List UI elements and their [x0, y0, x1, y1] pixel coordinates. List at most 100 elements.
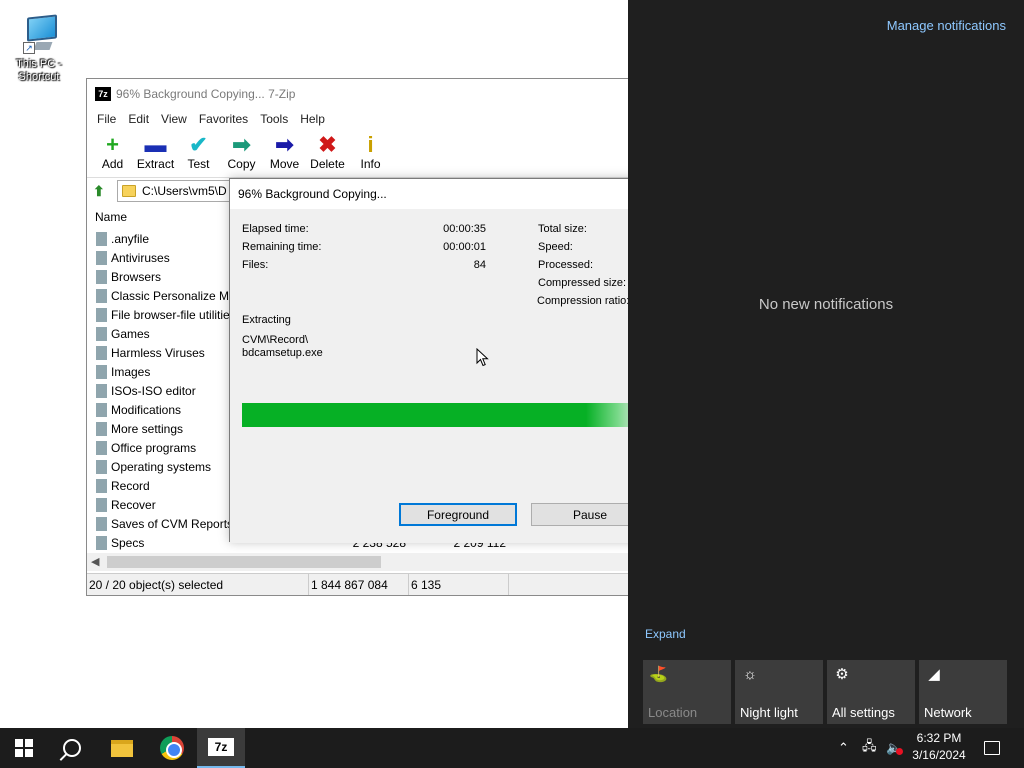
speed-label: Speed:	[538, 241, 573, 253]
taskbar: 7z ⌃ 🖧 🔈 6:32 PM 3/16/2024	[0, 728, 1024, 768]
files-value: 84	[473, 259, 486, 271]
files-label: Files:	[242, 259, 269, 271]
scrollbar-thumb[interactable]	[107, 556, 381, 568]
scroll-left-icon[interactable]: ◀	[91, 555, 99, 568]
toolbar-move-button[interactable]: ➡ Move	[263, 133, 306, 172]
menu-help[interactable]: Help	[294, 112, 331, 126]
mute-badge-icon	[896, 748, 903, 755]
copy-arrow-icon: ➡	[232, 132, 251, 157]
location-icon: ⛳	[649, 666, 668, 683]
toolbar-test-button[interactable]: ✔ Test	[177, 132, 220, 172]
tray-overflow-chevron[interactable]: ⌃	[838, 728, 849, 768]
folder-icon	[96, 440, 107, 455]
chevron-up-icon: ⌃	[838, 740, 849, 755]
foreground-button[interactable]: Foreground	[399, 503, 517, 526]
horizontal-scrollbar[interactable]: ◀	[87, 553, 647, 571]
menu-view[interactable]: View	[155, 112, 193, 126]
status-selected: 20 / 20 object(s) selected	[87, 574, 309, 595]
expand-link[interactable]: Expand	[645, 627, 686, 641]
folder-icon	[96, 269, 107, 284]
folder-icon	[96, 231, 107, 246]
taskbar-clock[interactable]: 6:32 PM 3/16/2024	[908, 730, 970, 764]
compression-ratio-label: Compression ratio:	[537, 295, 630, 307]
quick-action-all-settings[interactable]: ⚙ All settings	[827, 660, 915, 724]
folder-icon	[96, 383, 107, 398]
progress-dialog: 96% Background Copying... Elapsed time: …	[229, 178, 650, 543]
folder-icon	[96, 307, 107, 322]
toolbar-label: Extract	[136, 157, 175, 171]
current-path: CVM\Record\	[242, 334, 309, 346]
notification-icon	[984, 741, 1000, 755]
plus-icon: +	[106, 132, 119, 157]
total-size-label: Total size:	[538, 223, 587, 235]
current-file: bdcamsetup.exe	[242, 347, 323, 359]
no-notifications-text: No new notifications	[758, 296, 894, 313]
network-tray-icon: 🖧	[862, 738, 877, 753]
remaining-label: Remaining time:	[242, 241, 322, 253]
search-button[interactable]	[48, 728, 96, 768]
toolbar-extract-button[interactable]: ▬ Extract	[134, 132, 177, 172]
window-titlebar[interactable]: 7z 96% Background Copying... 7-Zip	[87, 79, 645, 109]
toolbar-delete-button[interactable]: ✖ Delete	[306, 132, 349, 172]
minus-icon: ▬	[144, 132, 167, 157]
windows-logo-icon	[15, 739, 33, 757]
folder-icon	[96, 535, 107, 550]
start-button[interactable]	[0, 728, 48, 768]
toolbar-label: Move	[269, 157, 300, 171]
quick-action-location[interactable]: ⛳ Location	[643, 660, 731, 724]
up-folder-icon[interactable]: ⬆	[93, 183, 109, 199]
menu-favorites[interactable]: Favorites	[193, 112, 254, 126]
notification-center-button[interactable]	[970, 728, 1014, 768]
taskbar-chrome[interactable]	[148, 728, 196, 768]
toolbar-copy-button[interactable]: ➡ Copy	[220, 132, 263, 172]
search-icon	[63, 739, 81, 757]
folder-icon	[96, 516, 107, 531]
progress-bar	[242, 403, 642, 427]
toolbar-info-button[interactable]: i Info	[349, 133, 392, 172]
window-title: 96% Background Copying... 7-Zip	[116, 87, 296, 101]
path-text: C:\Users\vm5\D	[142, 183, 227, 198]
elapsed-label: Elapsed time:	[242, 223, 309, 235]
mouse-cursor-icon	[476, 348, 489, 367]
folder-icon	[96, 497, 107, 512]
folder-icon	[122, 184, 136, 197]
check-icon: ✔	[189, 132, 208, 157]
chrome-icon	[160, 736, 184, 760]
folder-icon	[111, 739, 133, 757]
quick-action-network[interactable]: ◢ Network	[919, 660, 1007, 724]
delete-x-icon: ✖	[318, 132, 337, 157]
folder-icon	[96, 478, 107, 493]
taskbar-7zip[interactable]: 7z	[197, 728, 245, 768]
desktop-shortcut-this-pc[interactable]: ↗ This PC - Shortcut	[8, 8, 70, 84]
manage-notifications-link[interactable]: Manage notifications	[887, 18, 1006, 33]
shortcut-arrow-icon: ↗	[23, 42, 35, 54]
toolbar-label: Delete	[310, 157, 345, 171]
menu-file[interactable]: File	[91, 112, 122, 126]
night-light-icon: ☼	[743, 666, 757, 683]
clock-date: 3/16/2024	[912, 748, 966, 762]
compressed-size-label: Compressed size:	[538, 277, 627, 289]
7zip-app-icon: 7z	[95, 87, 111, 101]
status-bar: 20 / 20 object(s) selected 1 844 867 084…	[87, 573, 647, 595]
tray-volume[interactable]: 🔈	[886, 728, 903, 768]
desktop-shortcut-label: This PC - Shortcut	[16, 58, 62, 83]
folder-icon	[96, 364, 107, 379]
elapsed-value: 00:00:35	[443, 223, 486, 235]
quick-action-label: Night light	[740, 705, 798, 720]
quick-action-label: All settings	[832, 705, 895, 720]
remaining-value: 00:00:01	[443, 241, 486, 253]
processed-label: Processed:	[538, 259, 594, 271]
taskbar-file-explorer[interactable]	[98, 728, 146, 768]
menu-edit[interactable]: Edit	[122, 112, 155, 126]
quick-action-night-light[interactable]: ☼ Night light	[735, 660, 823, 724]
status-total-size: 1 844 867 084	[309, 574, 409, 595]
toolbar-add-button[interactable]: + Add	[91, 132, 134, 172]
toolbar-label: Copy	[227, 157, 256, 171]
toolbar-label: Add	[101, 157, 124, 171]
action-center: Manage notifications No new notification…	[628, 0, 1024, 728]
dialog-body: Elapsed time: 00:00:35 Remaining time: 0…	[230, 209, 650, 543]
menu-tools[interactable]: Tools	[254, 112, 294, 126]
tray-network[interactable]: 🖧	[862, 728, 877, 768]
dialog-title[interactable]: 96% Background Copying...	[230, 179, 648, 209]
folder-icon	[96, 250, 107, 265]
